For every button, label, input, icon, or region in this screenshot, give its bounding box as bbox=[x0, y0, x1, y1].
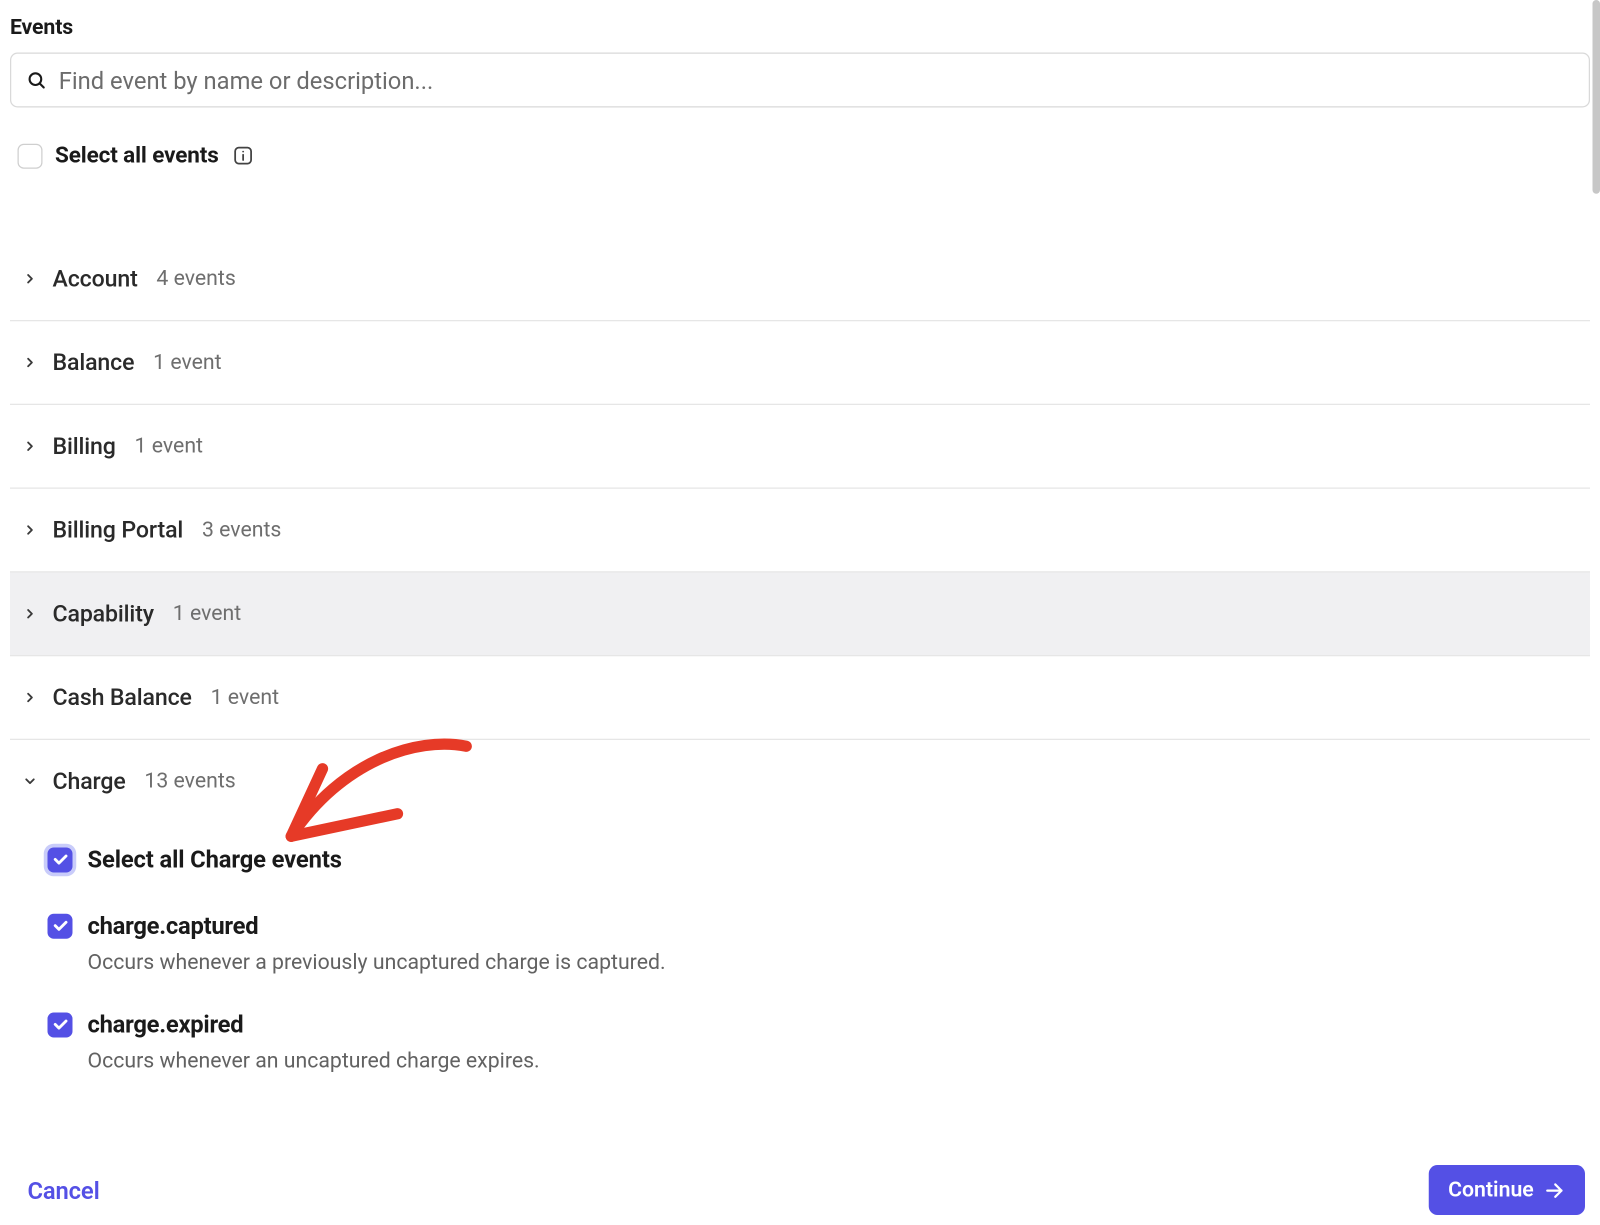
search-icon bbox=[26, 70, 46, 90]
chevron-right-icon bbox=[23, 439, 38, 454]
chevron-right-icon bbox=[23, 690, 38, 705]
event-group-toggle[interactable]: Billing 1 event bbox=[10, 405, 1590, 488]
group-name: Capability bbox=[53, 600, 154, 628]
event-item: charge.captured Occurs whenever a previou… bbox=[48, 899, 1591, 998]
event-description: Occurs whenever an uncaptured charge exp… bbox=[88, 1049, 1591, 1074]
search-input[interactable] bbox=[59, 66, 1574, 95]
group-name: Billing bbox=[53, 433, 116, 461]
group-name: Cash Balance bbox=[53, 684, 192, 712]
event-group-toggle[interactable]: Balance 1 event bbox=[10, 321, 1590, 404]
event-group-toggle[interactable]: Cash Balance 1 event bbox=[10, 656, 1590, 739]
group-count: 4 events bbox=[156, 266, 235, 291]
group-name: Balance bbox=[53, 349, 135, 377]
event-description: Occurs whenever a previously uncaptured … bbox=[88, 950, 1591, 975]
cancel-button[interactable]: Cancel bbox=[28, 1176, 100, 1205]
group-count: 1 event bbox=[173, 601, 241, 626]
group-name: Account bbox=[53, 265, 138, 293]
event-name: charge.captured bbox=[88, 911, 259, 940]
event-group-toggle[interactable]: Charge 13 events bbox=[10, 740, 1590, 823]
group-count: 3 events bbox=[202, 518, 281, 543]
checkbox[interactable] bbox=[48, 1012, 73, 1037]
group-count: 1 event bbox=[211, 685, 279, 710]
select-all-group-label: Select all Charge events bbox=[88, 845, 342, 874]
checkbox[interactable] bbox=[48, 913, 73, 938]
group-count: 1 event bbox=[153, 350, 221, 375]
event-group-toggle[interactable]: Billing Portal 3 events bbox=[10, 489, 1590, 572]
checkbox[interactable] bbox=[48, 847, 73, 872]
info-icon[interactable] bbox=[232, 145, 253, 166]
group-name: Billing Portal bbox=[53, 516, 184, 544]
search-input-wrapper[interactable] bbox=[10, 53, 1590, 108]
chevron-right-icon bbox=[23, 355, 38, 370]
group-name: Charge bbox=[53, 768, 126, 796]
select-all-checkbox[interactable] bbox=[18, 143, 43, 168]
event-item: charge.expired Occurs whenever an uncaptu… bbox=[48, 998, 1591, 1097]
scrollbar[interactable] bbox=[1593, 0, 1600, 194]
chevron-right-icon bbox=[23, 271, 38, 286]
event-name: charge.expired bbox=[88, 1010, 244, 1039]
group-count: 13 events bbox=[144, 769, 235, 794]
event-group-toggle[interactable]: Account 4 events bbox=[10, 238, 1590, 321]
chevron-right-icon bbox=[23, 523, 38, 538]
page-title: Events bbox=[10, 15, 1590, 40]
select-all-label: Select all events bbox=[55, 143, 219, 169]
chevron-right-icon bbox=[23, 606, 38, 621]
arrow-right-icon bbox=[1544, 1179, 1565, 1200]
chevron-down-icon bbox=[23, 774, 38, 789]
group-count: 1 event bbox=[135, 434, 203, 459]
continue-label: Continue bbox=[1448, 1178, 1534, 1203]
event-group-toggle[interactable]: Capability 1 event bbox=[10, 573, 1590, 656]
